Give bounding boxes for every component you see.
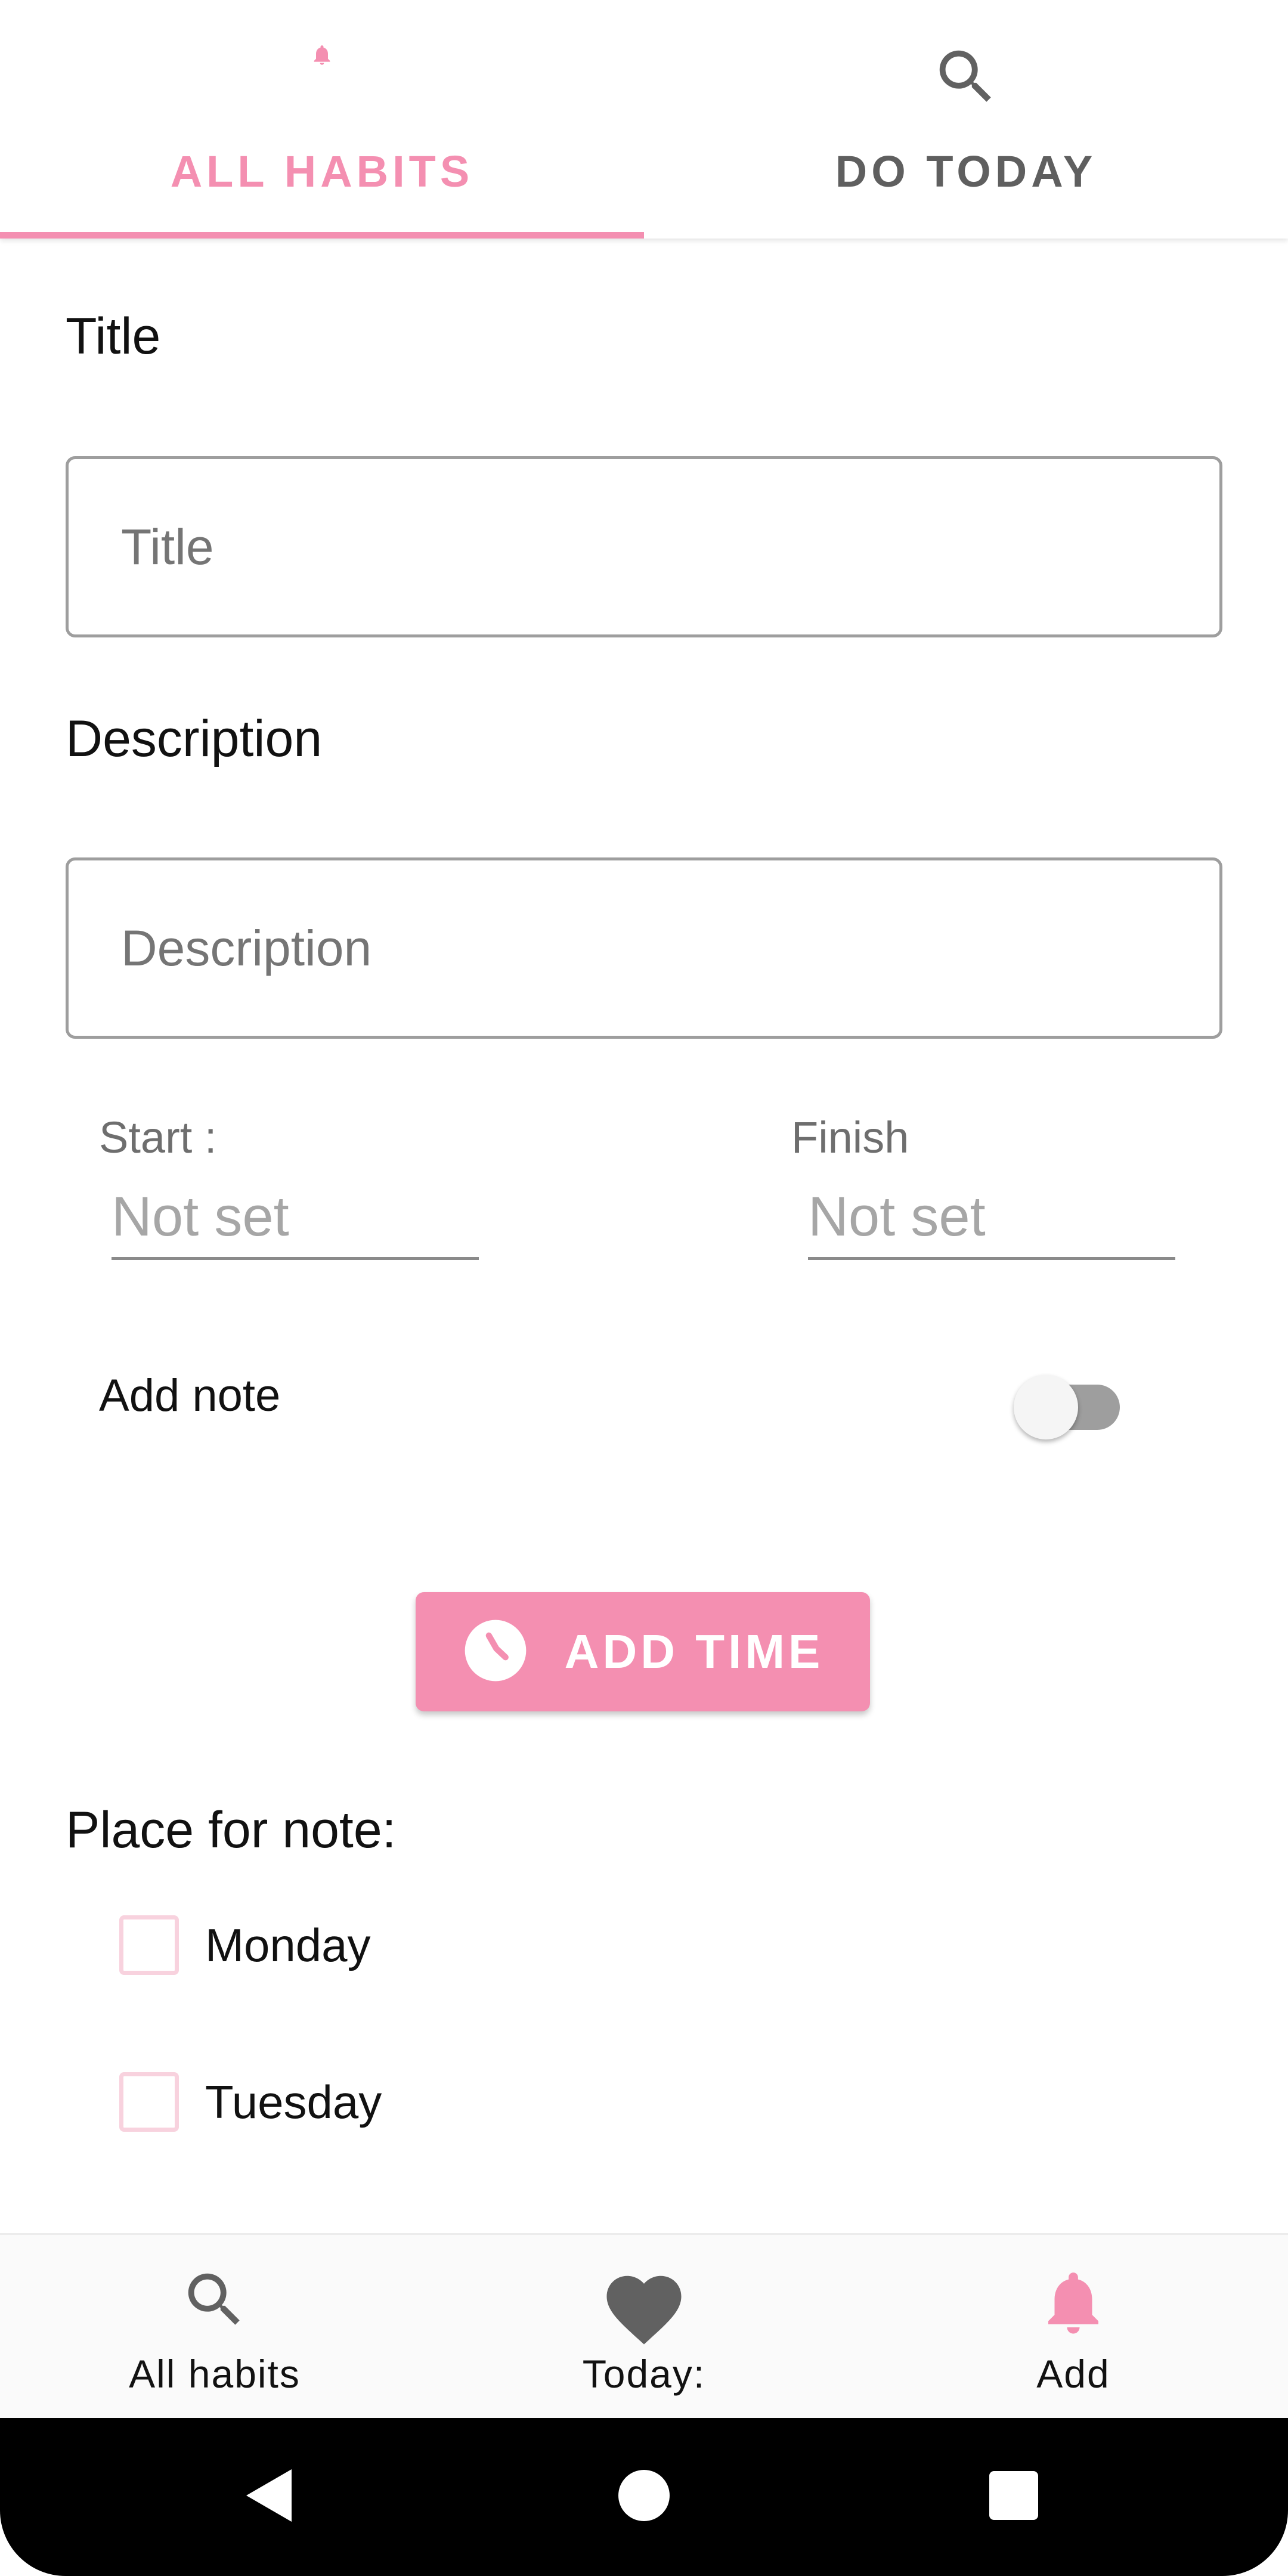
title-section-label: Title [66, 308, 161, 365]
bottom-navigation: All habits Today: Add [0, 2233, 1288, 2418]
finish-time-input[interactable] [808, 1184, 1175, 1249]
start-label: Start : [99, 1113, 217, 1162]
place-for-note-label: Place for note: [66, 1801, 397, 1859]
nav-item-today[interactable]: Today: [429, 2235, 859, 2420]
start-time-field[interactable] [112, 1171, 479, 1260]
description-section-label: Description [66, 710, 323, 767]
active-tab-indicator [0, 232, 644, 239]
tab-do-today[interactable]: DO TODAY [644, 0, 1288, 239]
title-input[interactable] [121, 518, 1219, 576]
search-icon [179, 2265, 250, 2338]
add-time-button[interactable]: ADD TIME [416, 1592, 870, 1711]
tuesday-checkbox[interactable] [119, 2072, 179, 2132]
finish-time-field[interactable] [808, 1171, 1175, 1260]
nav-label-add: Add [1036, 2352, 1110, 2396]
home-icon [617, 2469, 671, 2525]
day-row-monday[interactable]: Monday [119, 1915, 371, 1975]
nav-label-today: Today: [582, 2352, 706, 2396]
monday-checkbox[interactable] [119, 1915, 179, 1975]
recents-button[interactable] [924, 2418, 1103, 2576]
description-field[interactable] [66, 857, 1222, 1039]
day-row-tuesday[interactable]: Tuesday [119, 2072, 382, 2132]
recents-icon [988, 2470, 1039, 2524]
add-note-label: Add note [99, 1370, 281, 1421]
description-input[interactable] [121, 919, 1219, 977]
start-time-input[interactable] [112, 1184, 479, 1249]
back-icon [242, 2466, 295, 2528]
add-note-switch[interactable] [1014, 1366, 1121, 1439]
heart-icon [599, 2265, 689, 2357]
back-button[interactable] [179, 2418, 358, 2576]
tab-do-today-label: DO TODAY [835, 147, 1097, 196]
title-field[interactable] [66, 456, 1222, 637]
tab-all-habits-label: ALL HABITS [170, 147, 474, 196]
system-navigation-bar [0, 2418, 1288, 2576]
nav-label-all-habits: All habits [129, 2352, 301, 2396]
monday-label: Monday [205, 1918, 371, 1971]
clock-icon [462, 1617, 529, 1687]
search-icon [931, 42, 1001, 115]
home-button[interactable] [555, 2418, 733, 2576]
top-tab-bar: ALL HABITS DO TODAY [0, 0, 1288, 239]
habit-form-screen: ALL HABITS DO TODAY Title Description St… [0, 0, 1288, 2576]
switch-thumb [1014, 1375, 1078, 1439]
finish-label: Finish [791, 1113, 909, 1162]
nav-item-all-habits[interactable]: All habits [0, 2235, 429, 2420]
nav-item-add[interactable]: Add [859, 2235, 1288, 2420]
tuesday-label: Tuesday [205, 2075, 382, 2128]
add-time-label: ADD TIME [564, 1625, 824, 1678]
bell-icon [1036, 2265, 1111, 2343]
tab-all-habits[interactable]: ALL HABITS [0, 0, 644, 239]
bell-icon [310, 42, 334, 71]
